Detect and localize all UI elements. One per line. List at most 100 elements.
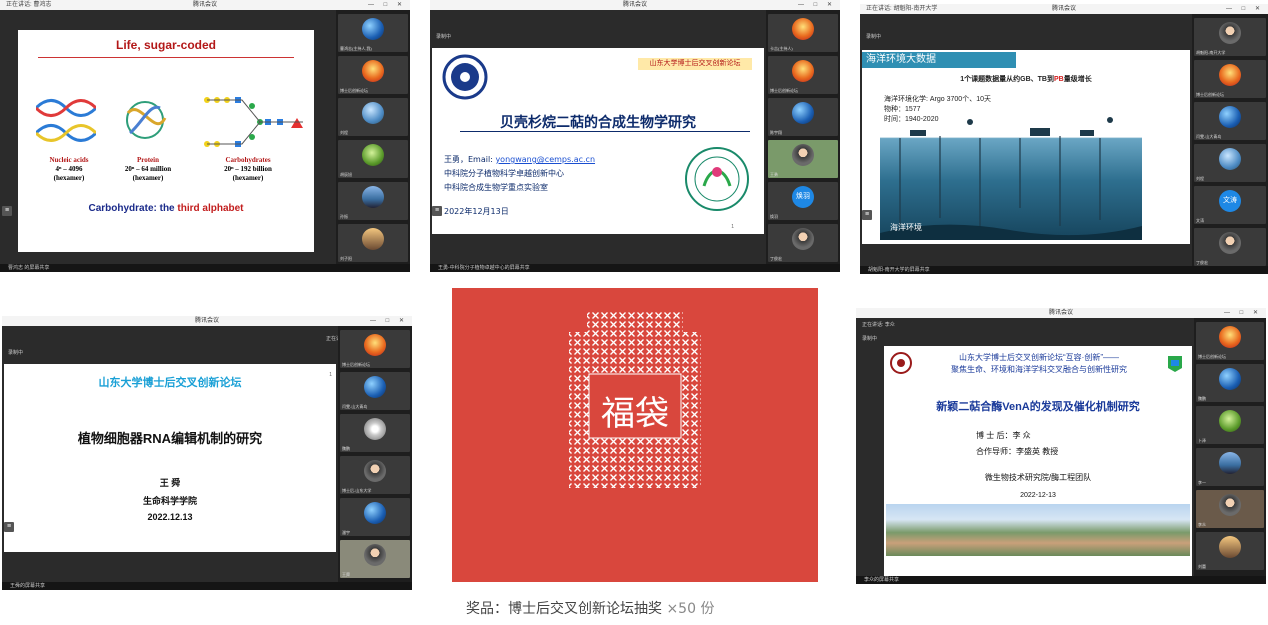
participant-name: 潘宇 — [342, 530, 350, 535]
participant-tile[interactable]: 李一 — [1196, 448, 1264, 486]
title-bar: 正在讲话: 曹鸿志 腾讯会议 — □ ✕ — [0, 0, 410, 10]
participant-tile[interactable]: 博士后创新论坛 — [768, 56, 838, 94]
avatar — [792, 60, 814, 82]
data-line-3: 时间：1940-2020 — [884, 116, 939, 123]
participant-tile[interactable]: 刘程 — [1194, 144, 1266, 182]
participant-tile[interactable]: 焕羽 焕羽 — [768, 182, 838, 220]
participant-tile[interactable]: 闫雯-山大青岛 — [340, 372, 410, 410]
meeting-window-4: 腾讯会议 — □ ✕ 正在讲话: 王勇 录制中 山东大学博士后交叉创新论坛 植物… — [2, 316, 412, 590]
meeting-window-5: 腾讯会议 — □ ✕ 正在讲话: 李众 录制中 山东大学博士后交叉创新论坛“互容… — [856, 308, 1266, 584]
shared-slide: 山东大学博士后交叉创新论坛 植物细胞器RNA编辑机制的研究 王 舜 生命科学学院… — [4, 364, 336, 552]
recording-indicator: 录制中 — [866, 34, 882, 40]
participant-tile[interactable]: 丁俊宏 — [1194, 228, 1266, 266]
participant-tile[interactable]: 博士后-山东大学 — [340, 456, 410, 494]
participant-name: 胡魁阳-南开大学 — [1196, 50, 1226, 55]
window-controls[interactable]: — □ ✕ — [1226, 4, 1264, 14]
subtitle-text: 量级增长 — [1063, 76, 1092, 83]
author-name: 王勇，Email: — [444, 155, 496, 164]
avatar: 焕羽 — [792, 186, 814, 208]
side-menu-toggle[interactable]: ≡ — [432, 206, 442, 216]
participant-tile[interactable]: 孙振 — [338, 182, 408, 220]
participant-name: 博士后创新论坛 — [1198, 354, 1226, 359]
label-unit: (hexamer) — [232, 174, 264, 182]
avatar — [792, 228, 814, 250]
bottom-highlight: third alphabet — [177, 203, 244, 214]
participant-tile[interactable]: 魏鹏 — [340, 414, 410, 452]
slide-subtitle: 1个课题数据量从约GB、TB到PB量级增长 — [862, 74, 1190, 84]
participant-name: 卡吉(主持人) — [770, 46, 793, 51]
label-name: Carbohydrates — [225, 156, 271, 164]
participant-tile[interactable]: 博士后创新论坛 — [338, 56, 408, 94]
slide-bottom-line: Carbohydrate: the third alphabet — [18, 203, 314, 214]
participant-tile[interactable]: 胡辰旭 — [338, 140, 408, 178]
avatar — [364, 418, 386, 440]
slide-date: 2022-12-13 — [1020, 492, 1056, 499]
participant-name: 卜泽 — [1198, 438, 1206, 443]
participant-list: 曹鸿志(主持人,我) 博士后创新论坛 刘程 胡辰旭 孙振 刘子阳 — [336, 10, 410, 272]
institute-logo — [685, 147, 749, 211]
avatar — [362, 186, 384, 208]
email-link[interactable]: yongwang@cemps.ac.cn — [495, 155, 595, 164]
participant-tile[interactable]: 曹鸿志(主持人,我) — [338, 14, 408, 52]
participant-tile[interactable]: 闫雯-山大青岛 — [1194, 102, 1266, 140]
avatar — [362, 102, 384, 124]
label-carbohydrates: Carbohydrates 20ⁿ – 192 billion (hexamer… — [206, 156, 290, 183]
side-menu-toggle[interactable]: ≡ — [862, 210, 872, 220]
participant-tile[interactable]: 文涛 文涛 — [1194, 186, 1266, 224]
recording-indicator: 录制中 — [862, 336, 878, 342]
participant-name: 王舜 — [342, 572, 350, 577]
window-title: 腾讯会议 — [1048, 310, 1073, 316]
window-controls[interactable]: — □ ✕ — [368, 0, 406, 10]
participant-tile[interactable]: 魏鹏 — [1196, 364, 1264, 402]
label-formula: 20ⁿ – 64 million — [124, 165, 172, 173]
prize-quantity: ×50 份 — [666, 601, 715, 617]
participant-list: 卡吉(主持人) 博士后创新论坛 陈宇翔 王勇 焕羽 焕羽 丁俊宏 — [766, 10, 840, 272]
participant-name: 李一 — [1198, 480, 1206, 485]
participant-tile[interactable]: 卡吉(主持人) — [768, 14, 838, 52]
slide-heading: 海洋环境大数据 — [862, 52, 1016, 68]
avatar — [1219, 368, 1241, 390]
institute-line: 微生物技术研究院/酶工程团队 — [984, 473, 1092, 482]
window-controls[interactable]: — □ ✕ — [370, 316, 408, 326]
participant-tile[interactable]: 王勇 — [768, 140, 838, 178]
participant-tile[interactable]: 李众 — [1196, 490, 1264, 528]
participant-name: 陈宇翔 — [770, 130, 782, 135]
participant-name: 博士后创新论坛 — [770, 88, 798, 93]
slide-date: 2022年12月13日 — [444, 207, 509, 216]
slide-title: 植物细胞器RNA编辑机制的研究 — [77, 431, 263, 446]
participant-tile[interactable]: 胡魁阳-南开大学 — [1194, 18, 1266, 56]
participant-tile[interactable]: 陈宇翔 — [768, 98, 838, 136]
avatar — [1219, 452, 1241, 474]
lucky-bag-card[interactable]: 福袋 — [452, 288, 818, 582]
participant-tile[interactable]: 潘宇 — [340, 498, 410, 536]
college-name: 生命科学学院 — [142, 496, 197, 506]
participant-tile[interactable]: 王舜 — [340, 540, 410, 578]
participant-name: 博士后创新论坛 — [1196, 92, 1224, 97]
participant-name: 魏鹏 — [1198, 396, 1206, 401]
label-unit: (hexamer) — [132, 174, 164, 182]
page-number: 1 — [731, 224, 734, 230]
title-bar: 正在讲话: 胡魁阳-南开大学 腾讯会议 — □ ✕ — [860, 4, 1268, 14]
screen-share-footer: 王勇-中科院分子植物卓越中心的屏幕共享 — [430, 264, 840, 272]
participant-name: 刘程 — [1196, 176, 1204, 181]
label-formula: 20ⁿ – 192 billion — [224, 165, 272, 173]
participant-tile[interactable]: 刘程 — [338, 98, 408, 136]
bottom-text: Carbohydrate: the — [88, 203, 178, 214]
recording-indicator: 录制中 — [8, 350, 24, 356]
participant-tile[interactable]: 博士后创新论坛 — [1194, 60, 1266, 98]
participant-tile[interactable]: 博士后创新论坛 — [1196, 322, 1264, 360]
participant-tile[interactable]: 刘子阳 — [338, 224, 408, 262]
participant-tile[interactable]: 丁俊宏 — [768, 224, 838, 262]
side-menu-toggle[interactable]: ≡ — [2, 206, 12, 216]
window-controls[interactable]: — □ ✕ — [798, 0, 836, 10]
prize-label: 奖品： — [466, 601, 508, 617]
author-line: 王勇，Email: yongwang@cemps.ac.cn — [444, 154, 595, 165]
window-controls[interactable]: — □ ✕ — [1224, 308, 1262, 318]
header-line-2: 聚焦生命、环境和海洋学科交叉融合与创新性研究 — [951, 365, 1127, 374]
side-menu-toggle[interactable]: ≡ — [4, 522, 14, 532]
participant-tile[interactable]: 博士后创新论坛 — [340, 330, 410, 368]
participant-name: 焕羽 — [770, 214, 778, 219]
participant-tile[interactable]: 刘蕾 — [1196, 532, 1264, 570]
avatar — [364, 544, 386, 566]
participant-tile[interactable]: 卜泽 — [1196, 406, 1264, 444]
